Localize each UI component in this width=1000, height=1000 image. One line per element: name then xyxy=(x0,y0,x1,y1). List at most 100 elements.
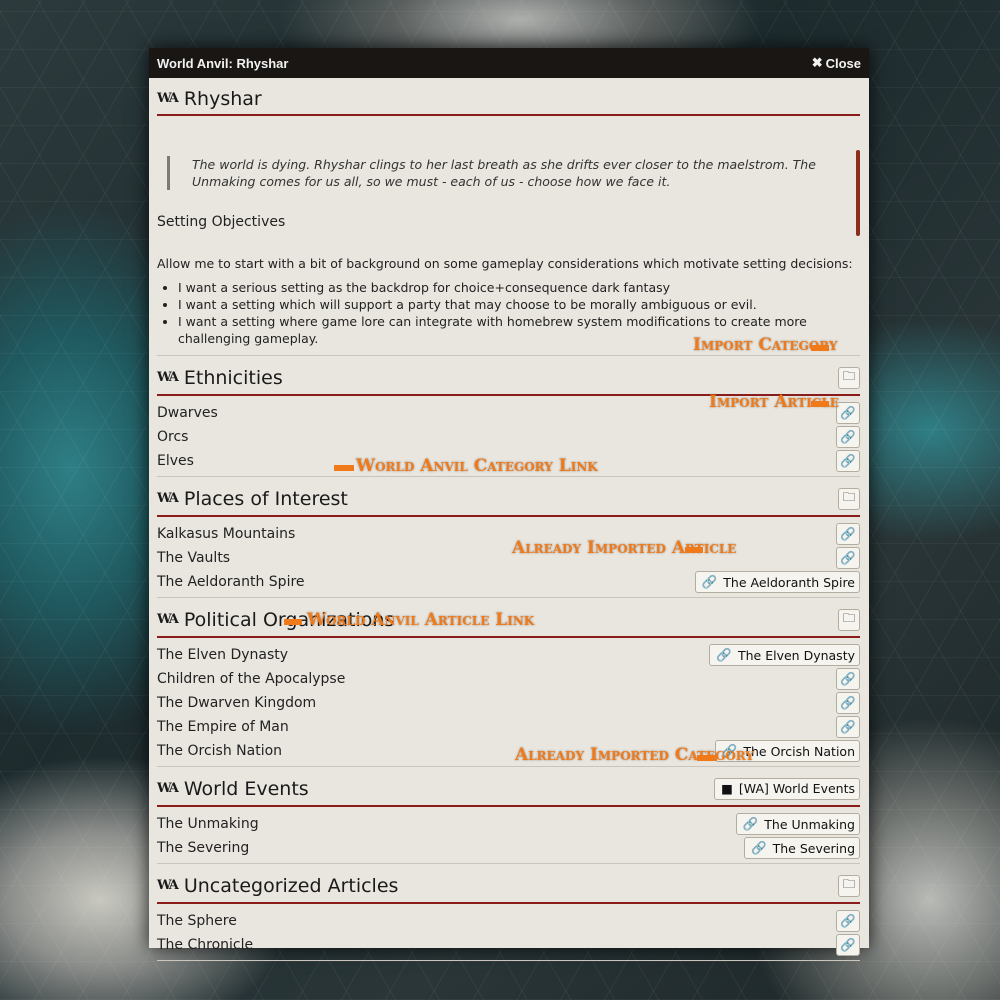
uncategorized-section: WA Uncategorized Articles 🗀 The Sphere 🔗 … xyxy=(157,869,860,957)
article-title[interactable]: The Dwarven Kingdom xyxy=(157,695,316,711)
list-item: I want a setting which will support a pa… xyxy=(178,296,860,313)
annotation-pointer xyxy=(685,547,703,553)
world-anvil-icon: WA xyxy=(157,91,179,106)
article-title[interactable]: Kalkasus Mountains xyxy=(157,526,295,542)
list-item: The Severing 🔗 The Severing xyxy=(157,836,860,860)
category-title[interactable]: Places of Interest xyxy=(184,488,348,510)
article-title[interactable]: The Chronicle xyxy=(157,937,253,953)
list-item: Orcs 🔗 xyxy=(157,425,860,449)
list-item: The Dwarven Kingdom 🔗 xyxy=(157,691,860,715)
import-article-button[interactable]: 🔗 xyxy=(836,523,860,545)
article-title[interactable]: Dwarves xyxy=(157,405,218,421)
world-title[interactable]: Rhyshar xyxy=(184,88,262,110)
imported-article-label: The Elven Dynasty xyxy=(738,647,855,663)
close-button[interactable]: ✖ Close xyxy=(812,55,861,71)
world-section: WA Rhyshar xyxy=(157,83,860,116)
list-item: I want a serious setting as the backdrop… xyxy=(178,279,860,296)
import-category-button[interactable]: 🗀 xyxy=(838,874,860,897)
close-label: Close xyxy=(825,55,861,71)
link-icon: 🔗 xyxy=(840,671,856,686)
annotation-pointer xyxy=(334,465,354,471)
category-title[interactable]: World Events xyxy=(184,778,309,800)
article-title[interactable]: The Elven Dynasty xyxy=(157,647,288,663)
article-title[interactable]: Orcs xyxy=(157,429,188,445)
article-title[interactable]: The Sphere xyxy=(157,913,237,929)
link-icon: 🔗 xyxy=(840,453,856,468)
link-icon: 🔗 xyxy=(840,695,856,710)
link-icon: 🔗 xyxy=(716,647,732,662)
background-intro: Allow me to start with a bit of backgrou… xyxy=(157,256,853,271)
category-title[interactable]: Uncategorized Articles xyxy=(184,875,399,897)
list-item: The Unmaking 🔗 The Unmaking xyxy=(157,812,860,836)
window-titlebar[interactable]: World Anvil: Rhyshar ✖ Close xyxy=(149,48,869,78)
folder-plus-icon: 🗀 xyxy=(842,876,856,891)
import-article-button[interactable]: 🔗 xyxy=(836,910,860,932)
article-title[interactable]: The Severing xyxy=(157,840,249,856)
divider xyxy=(157,863,860,864)
imported-article-button[interactable]: 🔗 The Unmaking xyxy=(735,813,860,835)
objectives-heading: Setting Objectives xyxy=(157,214,286,230)
link-icon: 🔗 xyxy=(701,574,718,589)
imported-article-button[interactable]: 🔗 The Aeldoranth Spire xyxy=(694,571,860,593)
annotation-pointer xyxy=(811,401,829,407)
import-article-button[interactable]: 🔗 xyxy=(836,692,860,714)
world-anvil-icon: WA xyxy=(157,781,179,796)
import-article-button[interactable]: 🔗 xyxy=(836,716,860,738)
link-icon: 🔗 xyxy=(840,405,856,420)
article-title[interactable]: Children of the Apocalypse xyxy=(157,671,345,687)
folder-plus-icon: 🗀 xyxy=(842,368,856,383)
imported-category-label: [WA] World Events xyxy=(738,781,855,796)
import-article-button[interactable]: 🔗 xyxy=(836,450,860,472)
world-title-row: WA Rhyshar xyxy=(157,88,262,110)
article-title[interactable]: The Aeldoranth Spire xyxy=(157,574,305,590)
list-item: The Aeldoranth Spire 🔗 The Aeldoranth Spir… xyxy=(157,570,860,594)
article-title[interactable]: The Unmaking xyxy=(157,816,259,832)
world-anvil-icon: WA xyxy=(157,491,179,506)
imported-article-label: The Unmaking xyxy=(764,816,855,832)
imported-article-label: The Orcish Nation xyxy=(743,743,855,759)
world-anvil-icon: WA xyxy=(157,612,179,627)
link-icon: 🔗 xyxy=(840,429,856,444)
world-anvil-icon: WA xyxy=(157,370,179,385)
divider xyxy=(157,960,860,961)
import-category-button[interactable]: 🗀 xyxy=(838,608,860,631)
import-article-button[interactable]: 🔗 xyxy=(836,668,860,690)
import-article-button[interactable]: 🔗 xyxy=(836,426,860,448)
world-anvil-dialog: World Anvil: Rhyshar ✖ Close WA Rhyshar … xyxy=(149,48,869,961)
list-item: The Vaults 🔗 xyxy=(157,546,860,570)
annotation-category-link: World Anvil Category Link xyxy=(356,456,598,476)
list-item: The Sphere 🔗 xyxy=(157,909,860,933)
article-title[interactable]: The Vaults xyxy=(157,550,230,566)
article-title[interactable]: The Empire of Man xyxy=(157,719,289,735)
divider xyxy=(157,766,860,767)
divider xyxy=(157,355,860,356)
world-anvil-icon: WA xyxy=(157,878,179,893)
imported-category-button[interactable]: ■ [WA] World Events xyxy=(714,777,860,800)
link-icon: 🔗 xyxy=(840,526,856,541)
import-article-button[interactable]: 🔗 xyxy=(836,402,860,424)
imported-article-label: The Aeldoranth Spire xyxy=(723,574,855,590)
link-icon: 🔗 xyxy=(840,719,856,734)
link-icon: 🔗 xyxy=(840,937,856,952)
import-category-button[interactable]: 🗀 xyxy=(838,366,860,389)
import-article-button[interactable]: 🔗 xyxy=(836,934,860,956)
category-title[interactable]: Ethnicities xyxy=(184,367,283,389)
article-title[interactable]: The Orcish Nation xyxy=(157,743,282,759)
list-item: Kalkasus Mountains 🔗 xyxy=(157,522,860,546)
link-icon: 🔗 xyxy=(742,816,759,831)
close-icon: ✖ xyxy=(811,55,823,70)
folder-plus-icon: 🗀 xyxy=(842,610,856,625)
imported-article-button[interactable]: 🔗 The Severing xyxy=(744,837,860,859)
annotation-article-link: World Anvil Article Link xyxy=(307,610,535,630)
world-description[interactable]: The world is dying. Rhyshar clings to he… xyxy=(157,146,860,352)
list-item: The Elven Dynasty 🔗 The Elven Dynasty xyxy=(157,643,860,667)
import-article-button[interactable]: 🔗 xyxy=(836,547,860,569)
annotation-pointer xyxy=(284,619,302,625)
article-title[interactable]: Elves xyxy=(157,453,194,469)
import-category-button[interactable]: 🗀 xyxy=(838,487,860,510)
link-icon: 🔗 xyxy=(751,840,767,855)
divider xyxy=(157,476,860,477)
imported-article-button[interactable]: 🔗 The Elven Dynasty xyxy=(709,644,860,666)
link-icon: 🔗 xyxy=(840,550,856,565)
description-scrollbar[interactable] xyxy=(856,150,860,236)
